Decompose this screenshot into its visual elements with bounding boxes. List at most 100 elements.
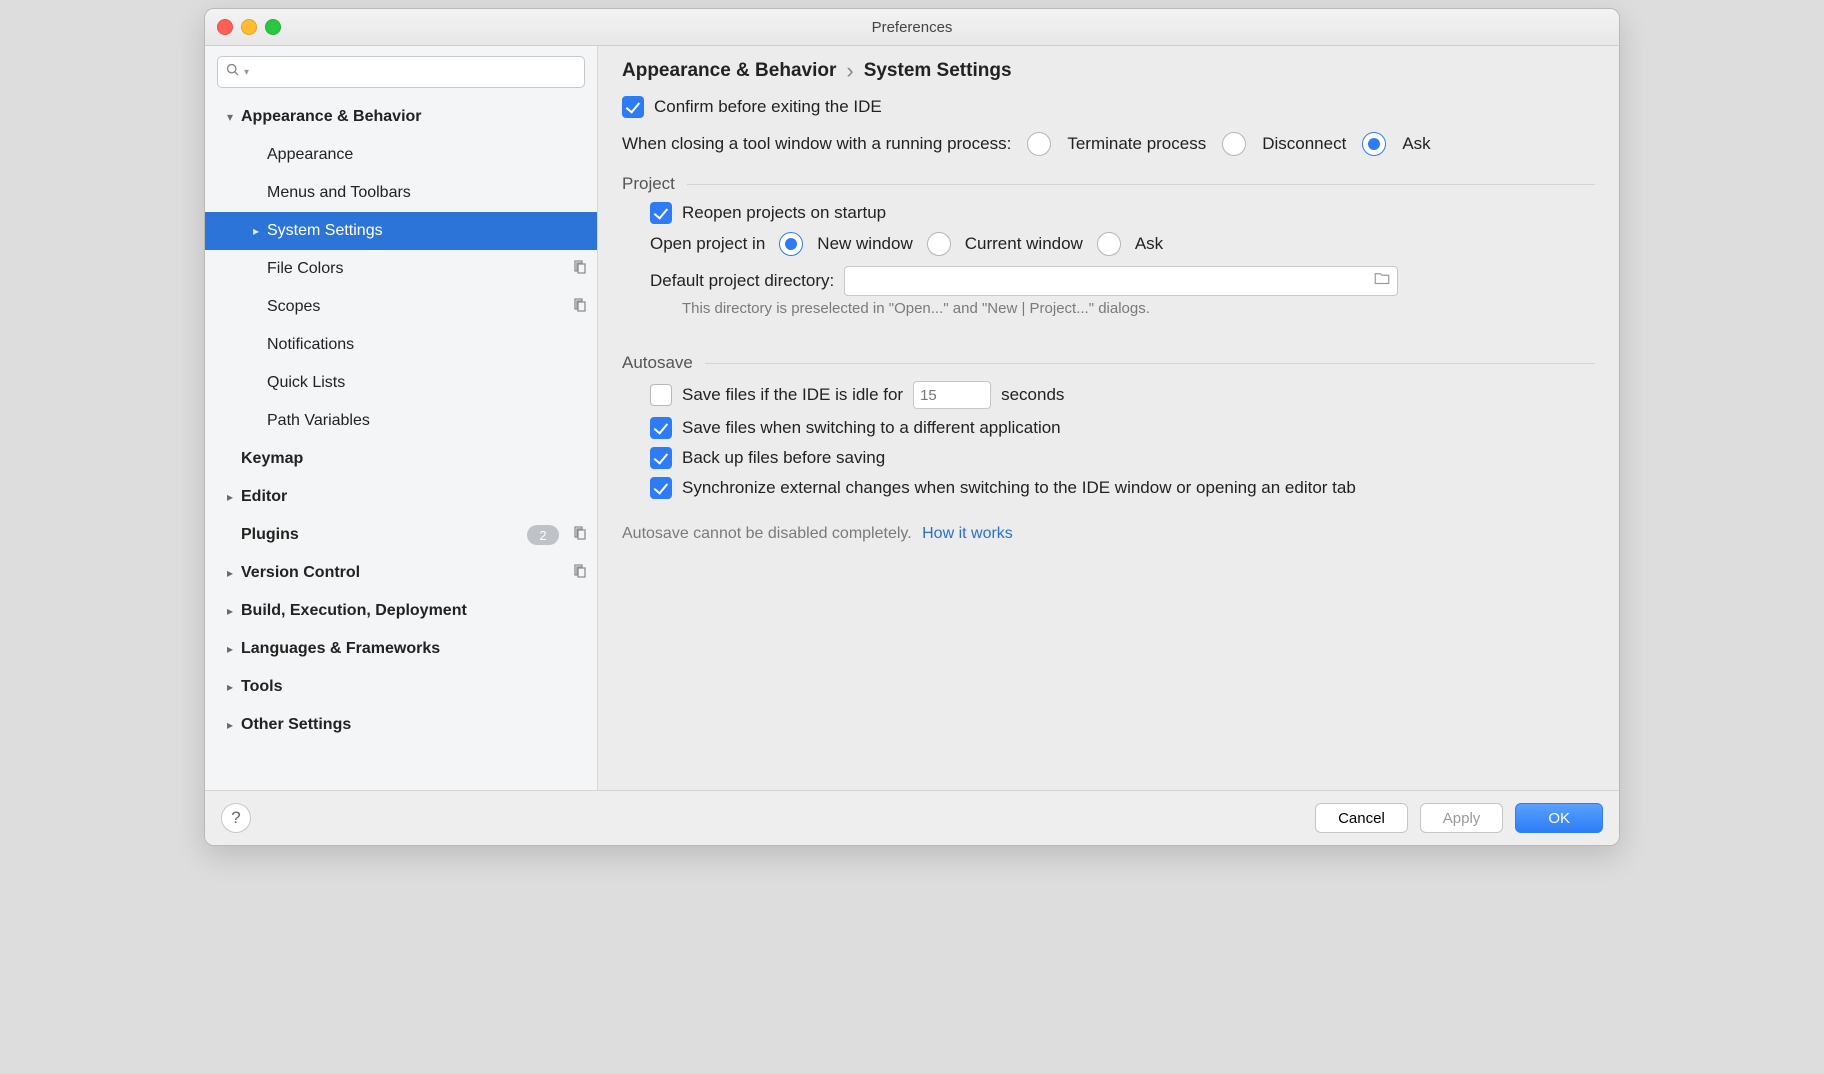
sidebar-item-label: System Settings: [267, 222, 587, 240]
default-dir-field[interactable]: [844, 266, 1398, 296]
close-tw-ask-label: Ask: [1402, 134, 1430, 154]
sidebar-item-label: Notifications: [267, 336, 587, 354]
autosave-switch-app-checkbox[interactable]: [650, 417, 672, 439]
update-count-badge: 2: [527, 525, 559, 545]
autosave-idle-prefix: Save files if the IDE is idle for: [682, 385, 903, 405]
settings-search-input[interactable]: [255, 63, 576, 81]
open-project-in-label: Open project in: [650, 234, 765, 254]
sidebar-item-label: File Colors: [267, 260, 571, 278]
search-dropdown-icon[interactable]: ▾: [244, 67, 249, 78]
breadcrumb-root: Appearance & Behavior: [622, 60, 836, 82]
open-in-ask-radio[interactable]: [1097, 232, 1121, 256]
sidebar-item-scopes[interactable]: Scopes: [205, 288, 597, 326]
sidebar-item-version-control[interactable]: ▸Version Control: [205, 554, 597, 592]
sidebar-item-tools[interactable]: ▸Tools: [205, 668, 597, 706]
sidebar-item-label: Plugins: [241, 526, 527, 544]
autosave-idle-checkbox[interactable]: [650, 384, 672, 406]
chevron-right-icon[interactable]: ▸: [219, 490, 241, 504]
search-icon: [226, 63, 240, 82]
sidebar-item-appearance[interactable]: Appearance: [205, 136, 597, 174]
open-in-new-window-label: New window: [817, 234, 912, 254]
reopen-projects-checkbox[interactable]: [650, 202, 672, 224]
sidebar-item-label: Tools: [241, 678, 587, 696]
sidebar-item-keymap[interactable]: Keymap: [205, 440, 597, 478]
default-dir-hint: This directory is preselected in "Open..…: [682, 300, 1595, 317]
zoom-window-button[interactable]: [265, 19, 281, 35]
apply-button[interactable]: Apply: [1420, 803, 1504, 833]
autosave-backup-checkbox[interactable]: [650, 447, 672, 469]
sidebar-item-label: Keymap: [241, 450, 587, 468]
chevron-right-icon[interactable]: ▸: [219, 718, 241, 732]
ok-button[interactable]: OK: [1515, 803, 1603, 833]
help-button[interactable]: ?: [221, 803, 251, 833]
sidebar-item-plugins[interactable]: Plugins2: [205, 516, 597, 554]
breadcrumb-leaf: System Settings: [864, 60, 1012, 82]
breadcrumb: Appearance & Behavior › System Settings: [622, 60, 1595, 82]
browse-folder-icon[interactable]: [1373, 270, 1391, 293]
settings-content: Appearance & Behavior › System Settings …: [598, 46, 1619, 790]
cancel-button[interactable]: Cancel: [1315, 803, 1408, 833]
per-project-settings-icon: [571, 297, 587, 318]
sidebar-item-build-execution-deployment[interactable]: ▸Build, Execution, Deployment: [205, 592, 597, 630]
divider: [687, 184, 1595, 185]
chevron-down-icon[interactable]: ▾: [219, 110, 241, 124]
chevron-right-icon[interactable]: ▸: [219, 680, 241, 694]
default-dir-label: Default project directory:: [650, 271, 834, 291]
settings-search[interactable]: ▾: [217, 56, 585, 88]
divider: [705, 363, 1595, 364]
sidebar-item-label: Version Control: [241, 564, 571, 582]
reopen-projects-label: Reopen projects on startup: [682, 203, 886, 223]
project-section-header: Project: [622, 174, 1595, 194]
autosave-switch-app-label: Save files when switching to a different…: [682, 418, 1061, 438]
autosave-idle-seconds-input[interactable]: [913, 381, 991, 409]
sidebar-item-languages-frameworks[interactable]: ▸Languages & Frameworks: [205, 630, 597, 668]
sidebar-item-label: Appearance & Behavior: [241, 108, 587, 126]
sidebar-item-label: Path Variables: [267, 412, 587, 430]
sidebar-item-label: Appearance: [267, 146, 587, 164]
close-tw-disconnect-radio[interactable]: [1222, 132, 1246, 156]
open-in-current-window-label: Current window: [965, 234, 1083, 254]
autosave-section-title: Autosave: [622, 353, 693, 373]
chevron-right-icon[interactable]: ▸: [219, 642, 241, 656]
per-project-settings-icon: [571, 259, 587, 280]
sidebar-item-notifications[interactable]: Notifications: [205, 326, 597, 364]
sidebar-item-label: Quick Lists: [267, 374, 587, 392]
sidebar-item-quick-lists[interactable]: Quick Lists: [205, 364, 597, 402]
chevron-right-icon[interactable]: ▸: [219, 604, 241, 618]
minimize-window-button[interactable]: [241, 19, 257, 35]
titlebar: Preferences: [205, 9, 1619, 46]
per-project-settings-icon: [571, 525, 587, 546]
autosave-backup-label: Back up files before saving: [682, 448, 885, 468]
sidebar-item-system-settings[interactable]: ▸System Settings: [205, 212, 597, 250]
close-tw-ask-radio[interactable]: [1362, 132, 1386, 156]
sidebar-item-label: Scopes: [267, 298, 571, 316]
sidebar-item-appearance-behavior[interactable]: ▾Appearance & Behavior: [205, 98, 597, 136]
autosave-note: Autosave cannot be disabled completely. …: [622, 525, 1595, 543]
settings-sidebar: ▾ ▾Appearance & BehaviorAppearanceMenus …: [205, 46, 598, 790]
open-in-current-window-radio[interactable]: [927, 232, 951, 256]
default-dir-input[interactable]: [851, 272, 1373, 291]
autosave-how-it-works-link[interactable]: How it works: [922, 525, 1013, 542]
autosave-section-header: Autosave: [622, 353, 1595, 373]
close-tw-terminate-radio[interactable]: [1027, 132, 1051, 156]
confirm-exit-checkbox[interactable]: [622, 96, 644, 118]
sidebar-item-other-settings[interactable]: ▸Other Settings: [205, 706, 597, 744]
open-in-ask-label: Ask: [1135, 234, 1163, 254]
dialog-footer: ? Cancel Apply OK: [205, 790, 1619, 845]
autosave-note-text: Autosave cannot be disabled completely.: [622, 525, 912, 542]
autosave-idle-suffix: seconds: [1001, 385, 1064, 405]
settings-tree: ▾Appearance & Behavior Appearance Menus an…: [205, 98, 597, 790]
autosave-sync-checkbox[interactable]: [650, 477, 672, 499]
sidebar-item-menus-and-toolbars[interactable]: Menus and Toolbars: [205, 174, 597, 212]
sidebar-item-label: Other Settings: [241, 716, 587, 734]
close-window-button[interactable]: [217, 19, 233, 35]
chevron-right-icon[interactable]: ▸: [245, 224, 267, 238]
chevron-right-icon[interactable]: ▸: [219, 566, 241, 580]
window-title: Preferences: [205, 19, 1619, 36]
open-in-new-window-radio[interactable]: [779, 232, 803, 256]
sidebar-item-path-variables[interactable]: Path Variables: [205, 402, 597, 440]
preferences-window: Preferences ▾ ▾Appearance & BehaviorAppe…: [204, 8, 1620, 846]
sidebar-item-file-colors[interactable]: File Colors: [205, 250, 597, 288]
sidebar-item-editor[interactable]: ▸Editor: [205, 478, 597, 516]
sidebar-item-label: Menus and Toolbars: [267, 184, 587, 202]
